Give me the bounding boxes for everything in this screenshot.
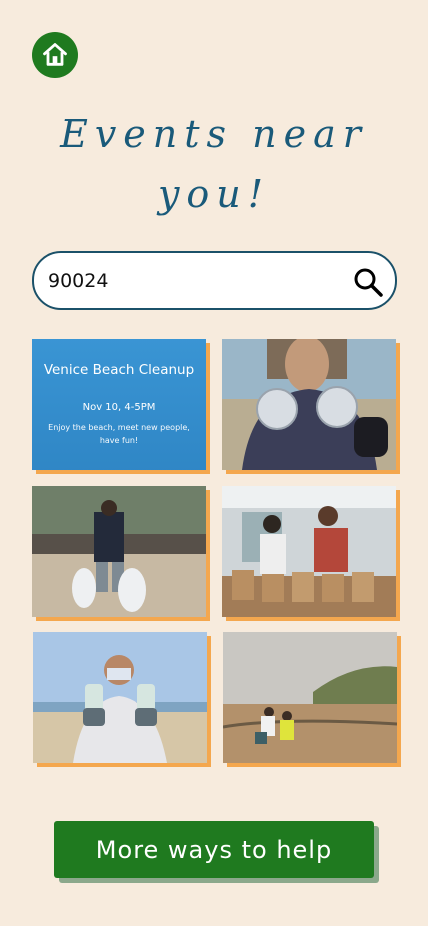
search-icon[interactable]	[352, 266, 384, 298]
event-photo-card[interactable]	[222, 486, 396, 617]
page-title: Events near you!	[60, 112, 368, 216]
event-title: Venice Beach Cleanup	[43, 362, 195, 378]
event-photo-card[interactable]	[32, 486, 206, 617]
event-date: Nov 10, 4-5PM	[82, 402, 156, 413]
search-input[interactable]	[48, 267, 338, 295]
more-ways-to-help-button[interactable]: More ways to help	[54, 821, 374, 878]
event-description: Enjoy the beach, meet new people, have f…	[48, 423, 190, 445]
event-card-venice-beach-cleanup[interactable]: Venice Beach Cleanup Nov 10, 4-5PM Enjoy…	[32, 339, 206, 470]
event-photo-card[interactable]	[223, 632, 397, 763]
event-photo-card[interactable]	[33, 632, 207, 763]
search-bar[interactable]	[32, 251, 397, 310]
home-icon	[43, 43, 67, 66]
event-photo-card[interactable]	[222, 339, 396, 470]
home-button[interactable]	[32, 32, 78, 78]
